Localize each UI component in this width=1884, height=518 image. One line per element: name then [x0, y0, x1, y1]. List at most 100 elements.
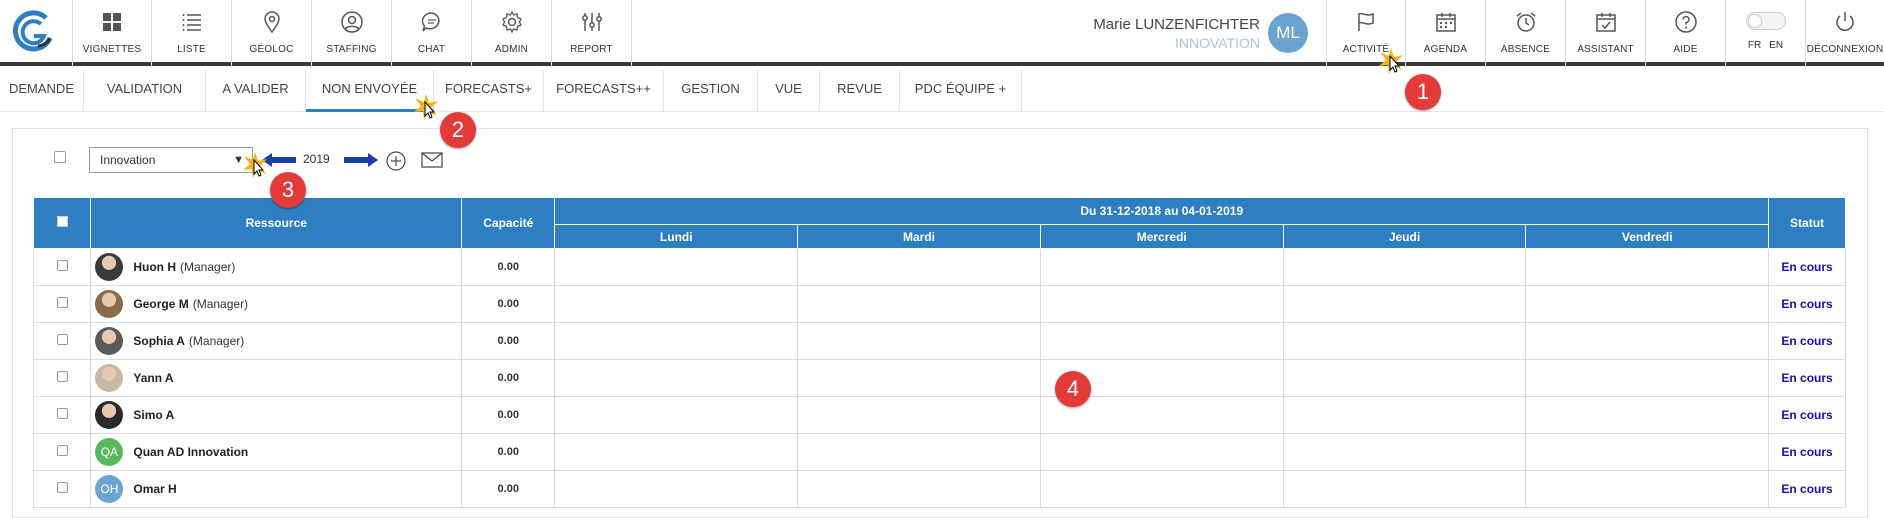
header-capacity[interactable]: Capacité [461, 197, 556, 249]
resource-cell[interactable]: QA Quan AD Innovation [90, 433, 463, 471]
resource-cell[interactable]: Simo A [90, 396, 463, 434]
row-checkbox[interactable] [56, 482, 68, 493]
user-avatar[interactable]: ML [1268, 13, 1308, 53]
day-cell[interactable] [1525, 396, 1770, 434]
day-cell[interactable] [797, 433, 1041, 471]
tab-gestion[interactable]: GESTION [664, 70, 758, 112]
status-link[interactable]: En cours [1768, 322, 1846, 360]
language-toggle[interactable] [1745, 12, 1786, 30]
tab-validation[interactable]: VALIDATION [84, 70, 206, 112]
header-status[interactable]: Statut [1768, 197, 1846, 249]
nav-label: ABSENCE [1500, 44, 1551, 55]
team-select[interactable]: Innovation ▼ [89, 147, 253, 173]
day-cell[interactable] [1039, 248, 1284, 286]
day-cell[interactable] [797, 322, 1041, 360]
day-cell[interactable] [797, 470, 1041, 508]
day-cell[interactable] [1282, 248, 1527, 286]
day-cell[interactable] [1525, 359, 1770, 397]
status-link[interactable]: En cours [1768, 359, 1846, 397]
nav-report[interactable]: REPORT [552, 0, 632, 66]
row-checkbox[interactable] [56, 260, 68, 271]
mail-icon[interactable] [421, 152, 443, 168]
row-checkbox[interactable] [56, 408, 68, 419]
table-row[interactable]: George M (Manager) 0.00 En cours [32, 285, 1846, 323]
status-link[interactable]: En cours [1768, 470, 1846, 508]
tab-forecasts-plus[interactable]: FORECASTS+ [434, 70, 544, 112]
day-cell[interactable] [797, 396, 1041, 434]
tab-revue[interactable]: REVUE [820, 70, 900, 112]
day-cell[interactable] [1282, 433, 1527, 471]
nav-assistant[interactable]: ASSISTANT [1566, 0, 1646, 66]
avatar-initials: QA [95, 438, 124, 466]
tab-a-valider[interactable]: A VALIDER [206, 70, 306, 112]
nav-logout[interactable]: DÉCONNEXION [1806, 0, 1884, 66]
day-cell[interactable] [1039, 433, 1284, 471]
status-link[interactable]: En cours [1768, 285, 1846, 323]
day-cell[interactable] [1039, 285, 1284, 323]
table-row[interactable]: Sophia A (Manager) 0.00 En cours [32, 322, 1846, 360]
day-cell[interactable] [1282, 285, 1527, 323]
day-cell[interactable] [554, 322, 799, 360]
status-link[interactable]: En cours [1768, 396, 1846, 434]
day-cell[interactable] [554, 470, 799, 508]
table-row[interactable]: Simo A 0.00 En cours [32, 396, 1846, 434]
day-cell[interactable] [1282, 396, 1527, 434]
status-link[interactable]: En cours [1768, 433, 1846, 471]
table-row[interactable]: Yann A 0.00 En cours [32, 359, 1846, 397]
nav-liste[interactable]: LISTE [152, 0, 232, 66]
day-cell[interactable] [1525, 285, 1770, 323]
header-checkbox[interactable] [56, 216, 68, 227]
row-checkbox[interactable] [56, 297, 68, 308]
day-cell[interactable] [1282, 470, 1527, 508]
day-cell[interactable] [1282, 322, 1527, 360]
day-cell[interactable] [554, 248, 799, 286]
resource-cell[interactable]: George M (Manager) [90, 285, 463, 323]
day-cell[interactable] [1525, 322, 1770, 360]
lang-en[interactable]: EN [1769, 40, 1783, 51]
day-cell[interactable] [797, 248, 1041, 286]
row-checkbox[interactable] [56, 445, 68, 456]
tab-demande[interactable]: DEMANDE [0, 70, 84, 112]
day-cell[interactable] [1525, 433, 1770, 471]
day-cell[interactable] [1039, 322, 1284, 360]
nav-admin[interactable]: ADMIN [472, 0, 552, 66]
resource-cell[interactable]: Huon H (Manager) [90, 248, 463, 286]
day-cell[interactable] [1525, 470, 1770, 508]
header-resource[interactable]: Ressource [90, 197, 463, 249]
next-arrow-icon[interactable] [344, 153, 378, 167]
table-row[interactable]: OH Omar H 0.00 En cours [32, 470, 1846, 508]
resource-cell[interactable]: Yann A [90, 359, 463, 397]
nav-vignettes[interactable]: VIGNETTES [72, 0, 152, 66]
nav-absence[interactable]: ABSENCE [1486, 0, 1566, 66]
nav-staffing[interactable]: STAFFING [312, 0, 392, 66]
day-cell[interactable] [1039, 470, 1284, 508]
day-cell[interactable] [1525, 248, 1770, 286]
add-circle-icon[interactable] [386, 151, 406, 171]
day-cell[interactable] [554, 433, 799, 471]
tab-vue[interactable]: VUE [758, 70, 820, 112]
tab-forecasts-plus-plus[interactable]: FORECASTS++ [544, 70, 664, 112]
day-cell[interactable] [554, 285, 799, 323]
table-row[interactable]: Huon H (Manager) 0.00 En cours [32, 248, 1846, 286]
day-cell[interactable] [554, 359, 799, 397]
tab-pdc-equipe[interactable]: PDC ÉQUIPE + [900, 70, 1022, 112]
row-checkbox[interactable] [56, 371, 68, 382]
app-logo[interactable] [8, 8, 58, 58]
day-cell[interactable] [1282, 359, 1527, 397]
select-all-checkbox[interactable] [54, 151, 66, 163]
resource-cell[interactable]: Sophia A (Manager) [90, 322, 463, 360]
resource-cell[interactable]: OH Omar H [90, 470, 463, 508]
lang-fr[interactable]: FR [1748, 40, 1761, 51]
nav-chat[interactable]: CHAT [392, 0, 472, 66]
day-cell[interactable] [554, 396, 799, 434]
table-row[interactable]: QA Quan AD Innovation 0.00 En cours [32, 433, 1846, 471]
day-cell[interactable] [797, 285, 1041, 323]
status-link[interactable]: En cours [1768, 248, 1846, 286]
day-cell[interactable] [797, 359, 1041, 397]
nav-aide[interactable]: AIDE [1646, 0, 1726, 66]
row-checkbox[interactable] [56, 334, 68, 345]
user-info[interactable]: Marie LUNZENFICHTER INNOVATION ML [1090, 0, 1326, 66]
language-switch[interactable]: FR EN [1726, 0, 1806, 66]
nav-geoloc[interactable]: GÉOLOC [232, 0, 312, 66]
nav-agenda[interactable]: AGENDA [1406, 0, 1486, 66]
